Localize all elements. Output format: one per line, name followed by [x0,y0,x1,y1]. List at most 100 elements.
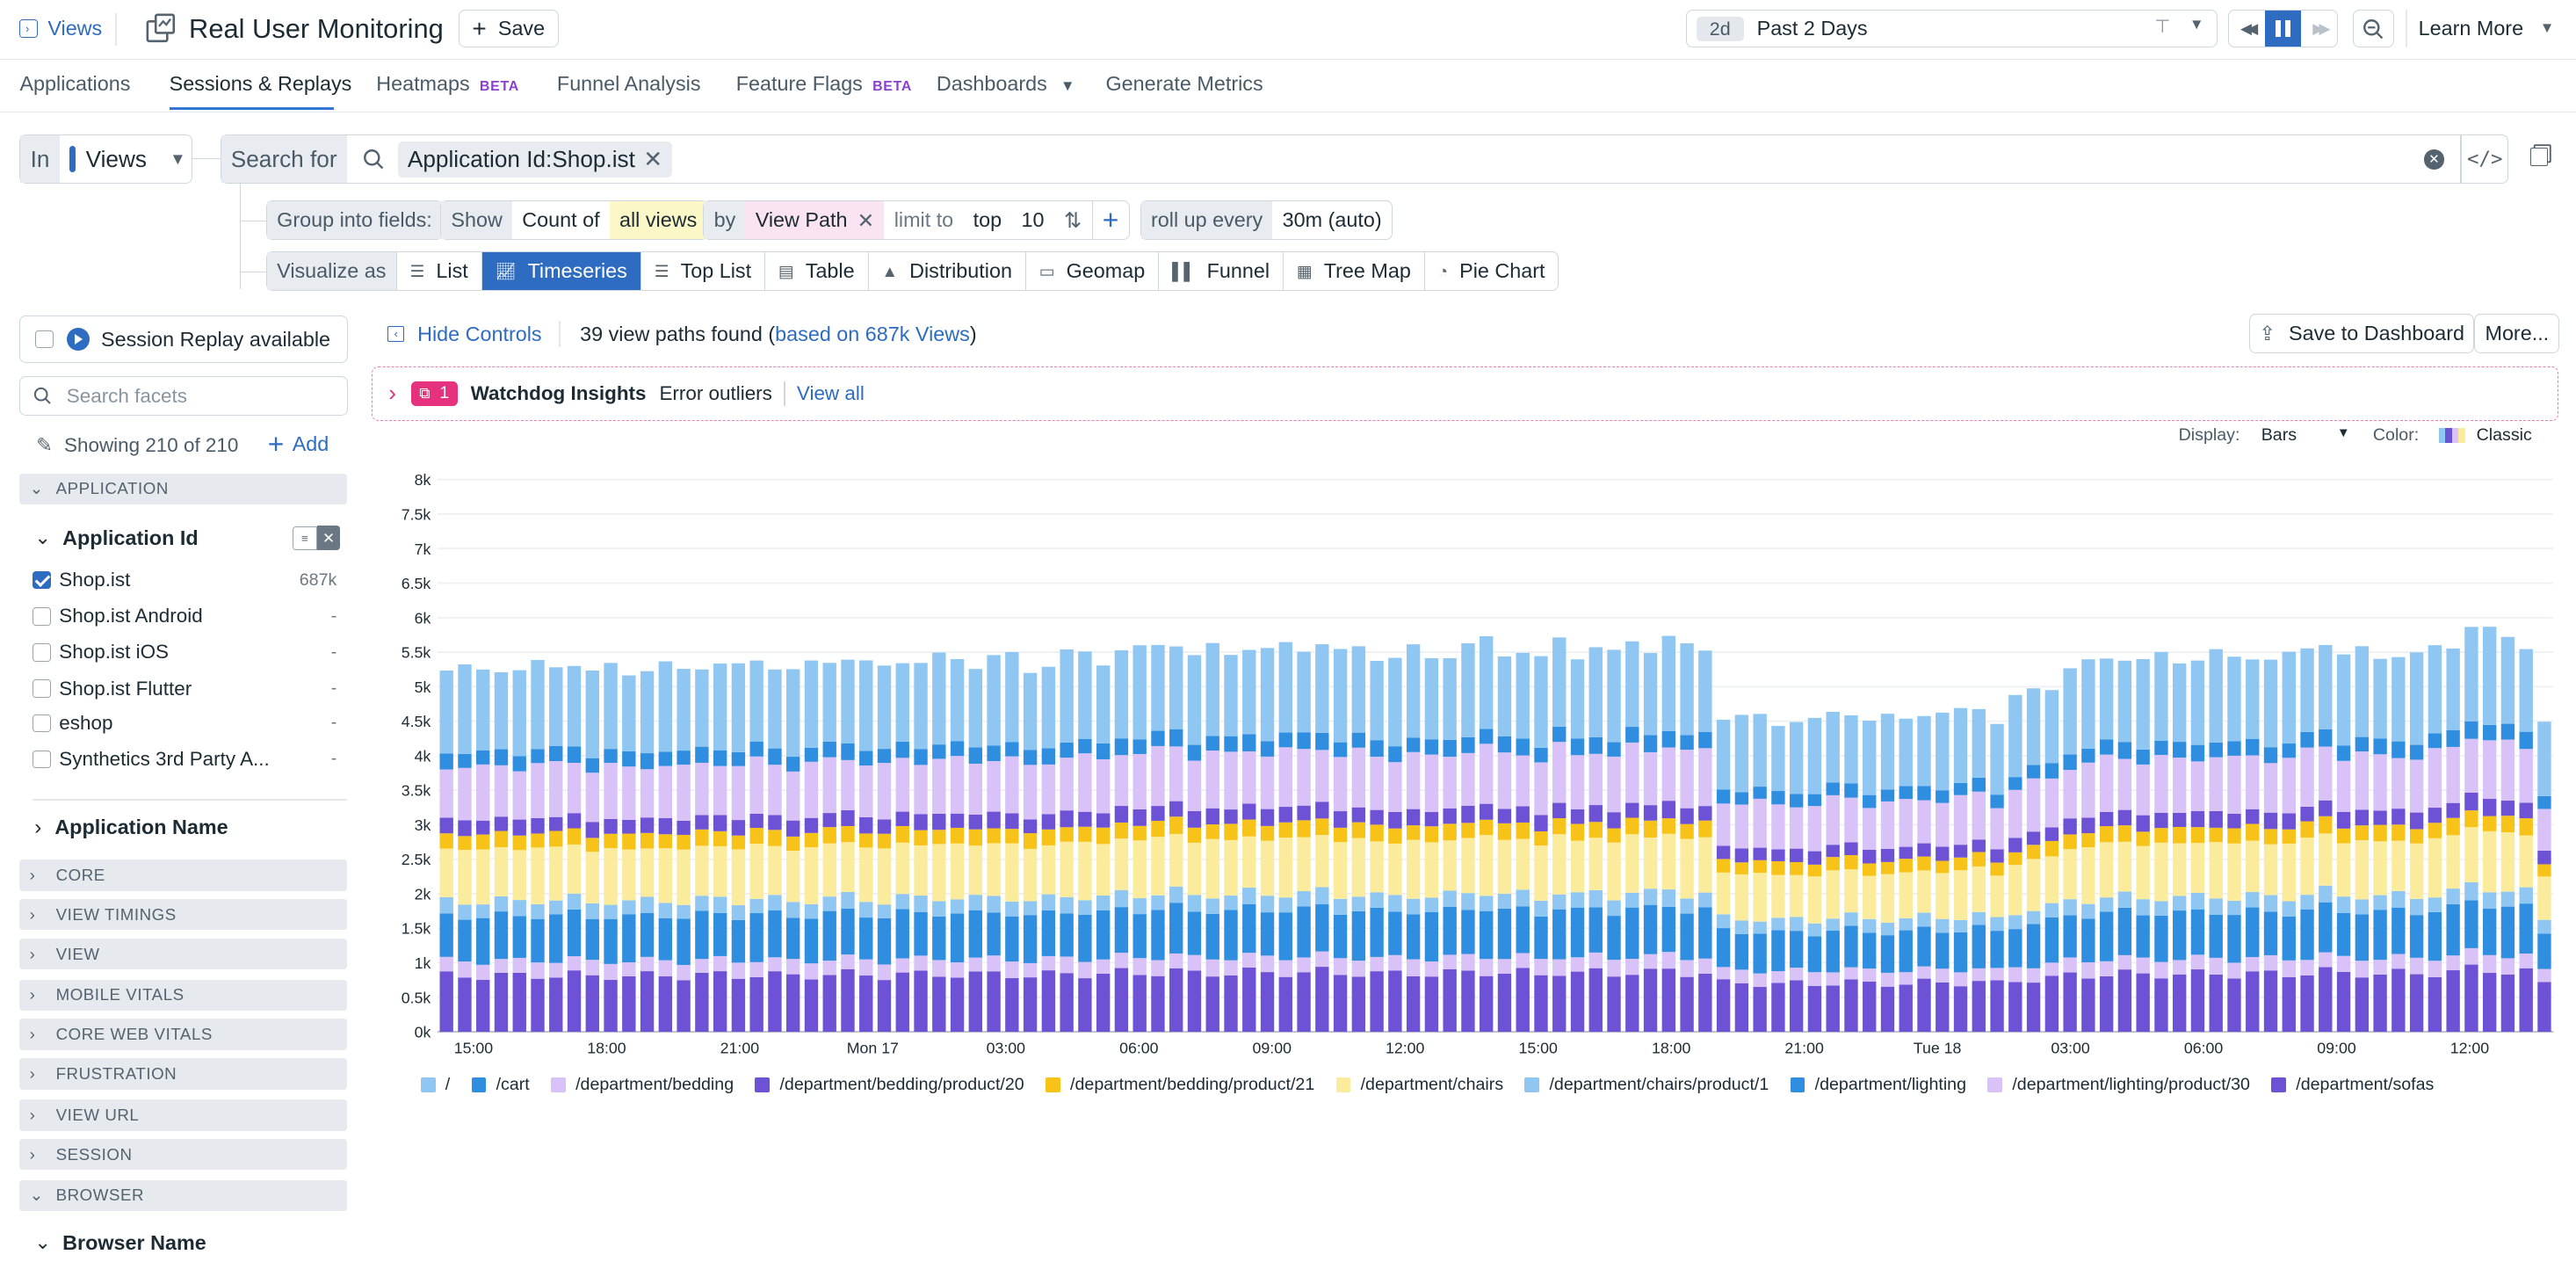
top-selector[interactable]: top [963,201,1011,239]
vis-timeseries[interactable]: 📈︎ Timeseries [481,252,641,290]
legend-item[interactable]: /department/lighting/product/30 [1987,1075,2250,1095]
tab-dashboards[interactable]: Dashboards ▼ [937,72,1075,96]
time-range-picker[interactable]: 2d Past 2 Days ⊤ ▼ [1685,10,2218,48]
pause-icon[interactable] [2264,11,2301,47]
clear-search-icon[interactable]: ✕ [2424,149,2444,170]
section-view[interactable]: › VIEW [19,938,347,970]
section-frustration[interactable]: › FRUSTRATION [19,1058,347,1090]
vis-tree-map[interactable]: ▦ Tree Map [1284,252,1425,290]
more-button[interactable]: More... [2474,314,2560,354]
section-application[interactable]: ⌄ APPLICATION [19,473,347,505]
bar-segment [2409,844,2423,900]
search-facets-input[interactable]: Search facets [19,376,349,417]
chevron-down-icon[interactable]: ▼ [2189,16,2204,33]
all-views-selector[interactable]: all views [609,201,707,239]
chevron-right-icon[interactable]: › [388,380,396,407]
section-session[interactable]: › SESSION [19,1138,347,1171]
legend-item[interactable]: /department/sofas [2271,1075,2434,1095]
zoom-out-button[interactable] [2352,10,2394,48]
search-bar[interactable]: Search for Application Id:Shop.ist ✕ ✕ <… [220,134,2509,185]
add-group-icon[interactable]: + [1091,201,1129,239]
views-link[interactable]: › Views [19,17,102,40]
save-to-dashboard-button[interactable]: ⇪ Save to Dashboard [2249,314,2475,354]
display-selector[interactable]: Bars ▼ [2261,425,2350,446]
view-path-chip[interactable]: View Path ✕ [745,201,885,239]
close-icon[interactable]: ✕ [643,146,662,173]
vis-pie-chart[interactable]: ◔ Pie Chart [1425,252,1559,290]
facet-item-shop-ist-android[interactable]: Shop.ist Android - [33,601,336,631]
facet-application-name[interactable]: › Application Name [34,816,228,840]
based-on-link[interactable]: based on 687k Views [775,323,970,345]
tab-funnel-analysis[interactable]: Funnel Analysis [557,72,701,96]
tab-heatmaps[interactable]: Heatmaps BETA [376,72,519,96]
vis-top-list[interactable]: ☰ Top List [641,252,766,290]
sort-icon[interactable]: ⇅ [1054,201,1092,239]
pin-icon[interactable]: ⊤ [2155,16,2171,38]
section-core-web-vitals[interactable]: › CORE WEB VITALS [19,1019,347,1050]
section-view-timings[interactable]: › VIEW TIMINGS [19,898,347,931]
checkbox[interactable] [33,570,51,590]
close-icon[interactable]: ✕ [857,208,875,233]
rollup-interval[interactable]: 30m (auto) [1272,201,1391,239]
color-selector[interactable]: Classic▼ [2477,425,2576,446]
legend-item[interactable]: /department/chairs/product/1 [1524,1075,1769,1095]
checkbox[interactable] [33,714,51,733]
facet-item-eshop[interactable]: eshop - [33,708,336,738]
fast-forward-icon[interactable]: ▶▶ [2301,11,2337,47]
limit-input[interactable]: 10 [1011,201,1053,239]
legend-item[interactable]: /department/bedding/product/20 [755,1075,1024,1095]
vis-geomap[interactable]: ▭ Geomap [1026,252,1160,290]
section-view-url[interactable]: › VIEW URL [19,1099,347,1131]
filter-chip[interactable]: Application Id:Shop.ist ✕ [397,141,673,178]
legend-item[interactable]: /cart [471,1075,530,1095]
measure-selector[interactable]: Show Count of all views [440,200,708,240]
checkbox[interactable] [33,606,51,626]
vis-table[interactable]: ▤ Table [765,252,869,290]
vis-list[interactable]: ☰ List [397,252,482,290]
facet-item-shop-ist-ios[interactable]: Shop.ist iOS - [33,638,336,668]
legend-item[interactable]: /department/chairs [1335,1075,1503,1095]
facet-item-shop-ist[interactable]: Shop.ist 687k [33,565,336,595]
vis-funnel[interactable]: ▌▌ Funnel [1159,252,1284,290]
watchdog-insights-banner[interactable]: › ⧉ 1 Watchdog Insights Error outliers V… [371,366,2558,421]
timeseries-chart[interactable]: 0k 0.5k 1k 1.5k 2k 2.5k 3k 3.5k 4k 4.5k 5k 5.5k 6k 6.… [372,463,2560,1062]
session-replay-filter[interactable]: Session Replay available [19,316,349,364]
tab-generate-metrics[interactable]: Generate Metrics [1106,72,1263,96]
legend-item[interactable]: /department/bedding/product/21 [1045,1075,1314,1095]
code-view-icon[interactable]: </> [2462,148,2507,170]
pencil-icon[interactable]: ✎ [36,434,53,457]
view-all-link[interactable]: View all [797,382,865,405]
vis-distribution[interactable]: ▲ Distribution [869,252,1026,290]
add-facet-button[interactable]: + Add [268,430,329,458]
bar-segment [2153,652,2168,742]
learn-more-dropdown[interactable]: Learn More ▼ [2419,17,2555,40]
legend-item[interactable]: /department/lighting [1790,1075,1966,1095]
rewind-icon[interactable]: ◀◀ [2229,11,2265,47]
section-browser[interactable]: ⌄ BROWSER [19,1179,347,1212]
hide-controls-button[interactable]: ‹ Hide Controls [387,323,542,346]
legend-item[interactable]: /department/bedding [551,1075,734,1095]
section-core[interactable]: › CORE [19,859,347,891]
filter-mode-icon[interactable]: ≡ [292,526,317,550]
checkbox[interactable] [33,750,51,769]
bar-segment [2226,656,2241,742]
checkbox[interactable] [33,679,51,698]
tab-applications[interactable]: Applications [19,72,130,96]
tab-sessions-replays[interactable]: Sessions & Replays [170,72,352,96]
facet-item-synthetics[interactable]: Synthetics 3rd Party A... - [33,744,336,774]
search-input[interactable] [672,135,2424,183]
legend-item[interactable]: / [420,1075,450,1095]
checkbox[interactable] [33,643,51,662]
section-mobile-vitals[interactable]: › MOBILE VITALS [19,979,347,1012]
clear-facet-icon[interactable]: ✕ [316,526,341,551]
session-replay-checkbox[interactable] [35,330,54,349]
facet-browser-name[interactable]: ⌄ Browser Name [34,1231,206,1255]
save-button[interactable]: + Save [458,10,559,48]
facet-application-id[interactable]: ⌄ Application Id ≡ ✕ [34,526,341,551]
rollup-selector[interactable]: roll up every 30m (auto) [1140,200,1393,240]
tab-feature-flags[interactable]: Feature Flags BETA [736,72,912,96]
facet-item-shop-ist-flutter[interactable]: Shop.ist Flutter - [33,674,336,704]
group-by-selector[interactable]: by View Path ✕ limit to top 10 ⇅ + [703,200,1130,240]
copy-icon[interactable] [2529,148,2549,166]
data-source-selector[interactable]: In Views ▼ [19,134,192,185]
